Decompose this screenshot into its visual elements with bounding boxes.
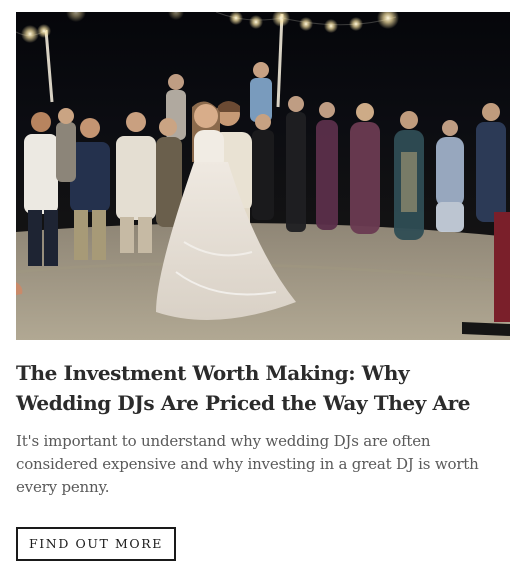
find-out-more-button[interactable]: FIND OUT MORE bbox=[16, 527, 177, 561]
article-image[interactable] bbox=[16, 12, 510, 340]
article-card: The Investment Worth Making: Why Wedding… bbox=[0, 0, 523, 583]
article-excerpt: It's important to understand why wedding… bbox=[16, 432, 479, 496]
article-title[interactable]: The Investment Worth Making: Why Wedding… bbox=[16, 358, 510, 418]
